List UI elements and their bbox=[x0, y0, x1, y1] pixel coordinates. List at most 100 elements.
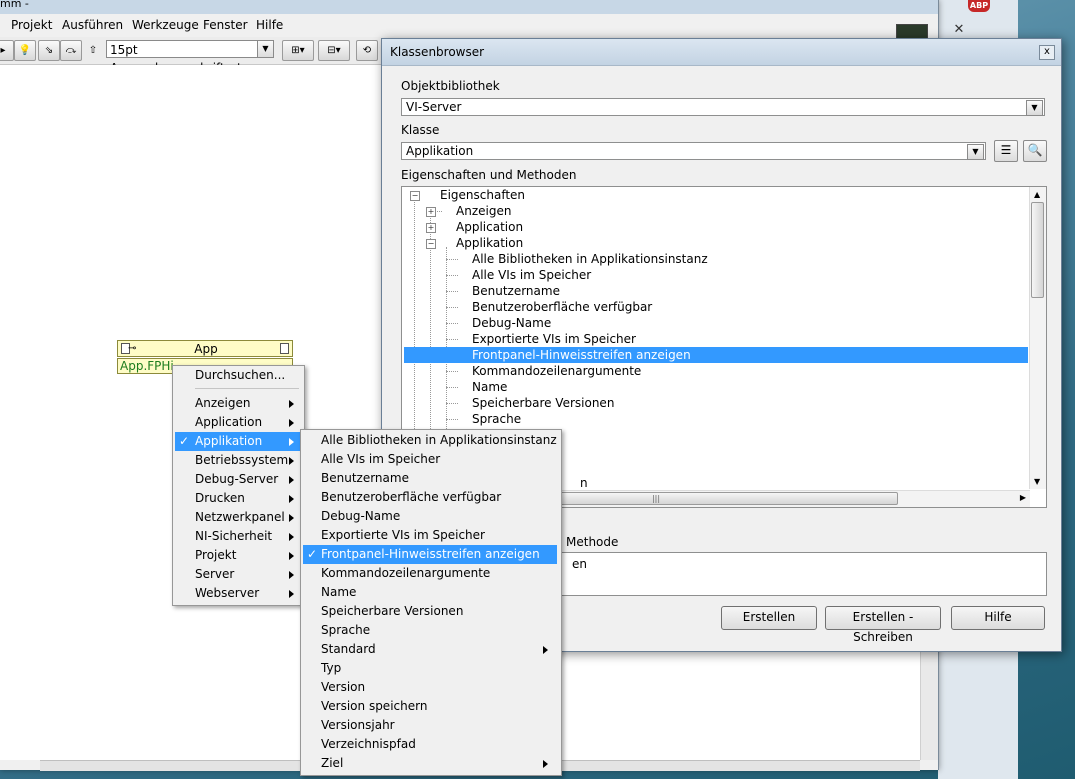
create-button[interactable]: Erstellen bbox=[721, 606, 817, 630]
submenu-item[interactable]: Ziel bbox=[303, 754, 557, 773]
scrollbar-thumb[interactable] bbox=[1031, 202, 1044, 298]
submenu-item[interactable]: Standard bbox=[303, 640, 557, 659]
collapse-icon[interactable]: − bbox=[426, 239, 436, 249]
adblock-icon[interactable]: ABP bbox=[968, 0, 990, 12]
submenu-item[interactable]: Speicherbare Versionen bbox=[303, 602, 557, 621]
context-menu-item-label: NI-Sicherheit bbox=[195, 529, 273, 543]
tree-item[interactable]: Kommandozeilenargumente bbox=[472, 363, 641, 379]
submenu-item[interactable]: Benutzername bbox=[303, 469, 557, 488]
property-node-title: App bbox=[194, 342, 218, 356]
scroll-up-icon[interactable]: ▲ bbox=[1034, 190, 1040, 199]
tree-item[interactable]: Anzeigen bbox=[456, 203, 511, 219]
menu-werkzeuge[interactable]: Werkzeuge bbox=[132, 18, 199, 32]
expand-icon[interactable]: + bbox=[426, 207, 436, 217]
step-into-icon[interactable]: ⇘ bbox=[38, 40, 60, 61]
context-menu-item-label: Drucken bbox=[195, 491, 245, 505]
klasse-select[interactable]: Applikation ▼ bbox=[401, 142, 986, 160]
step-over-icon[interactable]: ⤼ bbox=[60, 40, 82, 61]
tree-item[interactable]: Applikation bbox=[456, 235, 523, 251]
context-menu-item[interactable]: Betriebssystem bbox=[175, 451, 300, 470]
submenu-item[interactable]: Debug-Name bbox=[303, 507, 557, 526]
search-icon[interactable]: 🔍 bbox=[1023, 140, 1047, 162]
tree-guide bbox=[446, 259, 458, 260]
context-menu-item[interactable]: ✓ Applikation bbox=[175, 432, 300, 451]
tree-guide bbox=[446, 419, 458, 420]
submenu-item[interactable]: Benutzeroberfläche verfügbar bbox=[303, 488, 557, 507]
tree-guide bbox=[446, 275, 458, 276]
reorder-icon[interactable]: ⟲ bbox=[356, 40, 378, 61]
context-menu-item[interactable]: NI-Sicherheit bbox=[175, 527, 300, 546]
toolbar-button[interactable]: ▸ bbox=[0, 40, 14, 61]
context-menu-item[interactable]: Netzwerkpanel bbox=[175, 508, 300, 527]
tree-item[interactable]: Benutzername bbox=[472, 283, 560, 299]
property-node-header[interactable]: ⊸ App bbox=[117, 340, 293, 357]
submenu-item-label: Exportierte VIs im Speicher bbox=[321, 528, 485, 542]
submenu-item-label: Name bbox=[321, 585, 357, 599]
tree-vertical-scrollbar[interactable]: ▲ ▼ bbox=[1029, 187, 1046, 489]
menu-projekt[interactable]: Projekt bbox=[11, 18, 52, 32]
context-menu-item[interactable]: Anzeigen bbox=[175, 394, 300, 413]
context-menu-item-label: Applikation bbox=[195, 434, 263, 448]
submenu-item-label: Version speichern bbox=[321, 699, 428, 713]
context-menu-item[interactable]: Server bbox=[175, 565, 300, 584]
tree-item[interactable]: Eigenschaften bbox=[440, 187, 525, 203]
context-menu-item-label: Netzwerkpanel bbox=[195, 510, 285, 524]
expand-icon[interactable]: + bbox=[426, 223, 436, 233]
context-menu-item[interactable]: Application bbox=[175, 413, 300, 432]
submenu-arrow-icon bbox=[543, 760, 548, 768]
context-menu-item[interactable]: Drucken bbox=[175, 489, 300, 508]
browse-menu-item[interactable]: Durchsuchen... bbox=[175, 366, 302, 385]
font-select[interactable]: 15pt Anwendungsschriftart ▼ bbox=[106, 40, 274, 75]
close-icon[interactable]: ✕ bbox=[945, 22, 973, 38]
collapse-icon[interactable]: − bbox=[410, 191, 420, 201]
create-write-button[interactable]: Erstellen - Schreiben bbox=[825, 606, 941, 644]
menu-hilfe[interactable]: Hilfe bbox=[256, 18, 283, 32]
menu-fenster[interactable]: Fenster bbox=[203, 18, 248, 32]
submenu-item[interactable]: Versionsjahr bbox=[303, 716, 557, 735]
context-menu-item[interactable]: Projekt bbox=[175, 546, 300, 565]
submenu-item-label: Versionsjahr bbox=[321, 718, 395, 732]
submenu-item[interactable]: Exportierte VIs im Speicher bbox=[303, 526, 557, 545]
tree-item[interactable]: Alle Bibliotheken in Applikationsinstanz bbox=[472, 251, 708, 267]
tree-item[interactable]: Benutzeroberfläche verfügbar bbox=[472, 299, 652, 315]
scroll-right-icon[interactable]: ▶ bbox=[1020, 493, 1026, 502]
dialog-titlebar[interactable]: Klassenbrowser x bbox=[382, 39, 1061, 66]
submenu-item[interactable]: Name bbox=[303, 583, 557, 602]
submenu-item[interactable]: Verzeichnispfad bbox=[303, 735, 557, 754]
submenu-item[interactable]: Version bbox=[303, 678, 557, 697]
submenu-item[interactable]: ✓ Frontpanel-Hinweisstreifen anzeigen bbox=[303, 545, 557, 564]
submenu-item-label: Kommandozeilenargumente bbox=[321, 566, 491, 580]
tree-guide bbox=[446, 371, 458, 372]
tree-item[interactable]: Sprache bbox=[472, 411, 521, 427]
help-button[interactable]: Hilfe bbox=[951, 606, 1045, 630]
step-out-icon[interactable]: ⇧ bbox=[82, 40, 104, 61]
menu-ausfuehren[interactable]: Ausführen bbox=[62, 18, 123, 32]
dialog-close-button[interactable]: x bbox=[1039, 45, 1055, 60]
scroll-down-icon[interactable]: ▼ bbox=[1034, 477, 1040, 486]
tree-guide bbox=[446, 323, 458, 324]
context-menu-item[interactable]: Webserver bbox=[175, 584, 300, 603]
applikation-submenu: Alle Bibliotheken in Applikationsinstanz… bbox=[300, 429, 562, 776]
context-menu-item[interactable]: Debug-Server bbox=[175, 470, 300, 489]
tree-item[interactable]: Exportierte VIs im Speicher bbox=[472, 331, 636, 347]
tree-item[interactable]: Speicherbare Versionen bbox=[472, 395, 614, 411]
tree-item[interactable]: Debug-Name bbox=[472, 315, 551, 331]
tree-item-partial[interactable]: n bbox=[580, 475, 588, 491]
tree-item-selected[interactable]: Frontpanel-Hinweisstreifen anzeigen bbox=[404, 347, 1028, 363]
highlight-execution-icon[interactable]: 💡 bbox=[14, 40, 36, 61]
submenu-item[interactable]: Alle Bibliotheken in Applikationsinstanz bbox=[303, 431, 557, 450]
submenu-arrow-icon bbox=[289, 533, 294, 541]
submenu-item[interactable]: Alle VIs im Speicher bbox=[303, 450, 557, 469]
select-vi-server-class-button[interactable]: ☰ bbox=[994, 140, 1018, 162]
submenu-item[interactable]: Sprache bbox=[303, 621, 557, 640]
tree-item[interactable]: Alle VIs im Speicher bbox=[472, 267, 591, 283]
tree-item[interactable]: Name bbox=[472, 379, 507, 395]
submenu-item[interactable]: Kommandozeilenargumente bbox=[303, 564, 557, 583]
tree-item[interactable]: Application bbox=[456, 219, 523, 235]
align-objects-icon[interactable]: ⊞▾ bbox=[282, 40, 314, 61]
menu-bar: Projekt Ausführen Werkzeuge Fenster Hilf… bbox=[0, 14, 938, 36]
submenu-item[interactable]: Version speichern bbox=[303, 697, 557, 716]
objektbibliothek-select[interactable]: VI-Server ▼ bbox=[401, 98, 1045, 116]
distribute-objects-icon[interactable]: ⊟▾ bbox=[318, 40, 350, 61]
submenu-item[interactable]: Typ bbox=[303, 659, 557, 678]
